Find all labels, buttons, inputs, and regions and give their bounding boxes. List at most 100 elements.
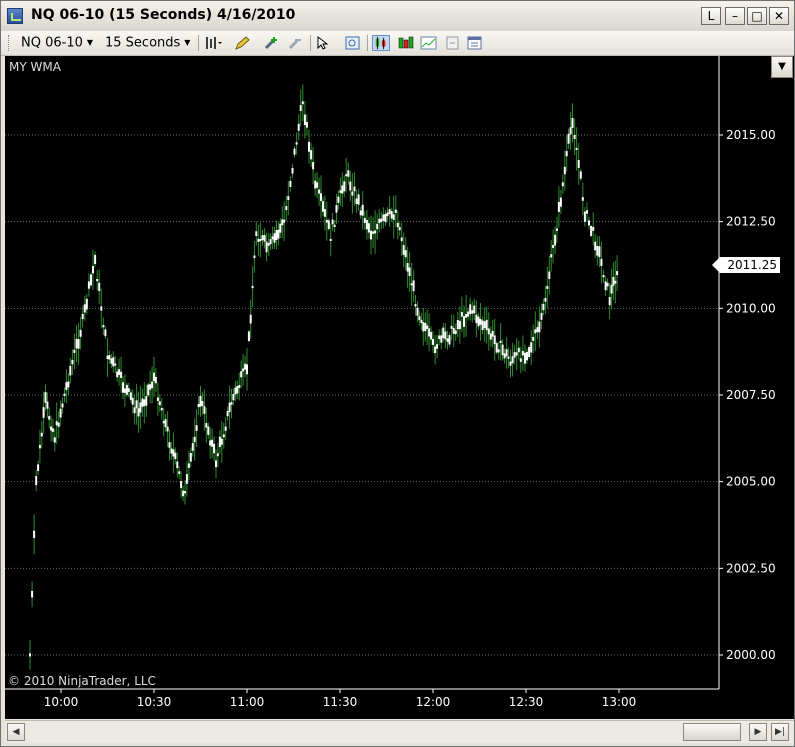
candle-body xyxy=(600,258,603,266)
candle-body xyxy=(213,443,216,454)
candle-body xyxy=(554,234,557,246)
candle-body xyxy=(168,442,171,448)
candle-body xyxy=(349,181,352,191)
candle-body xyxy=(303,114,306,125)
candle-body xyxy=(493,335,496,345)
candle-body xyxy=(577,160,580,168)
candle-body xyxy=(176,461,179,469)
scroll-end-button[interactable]: ▶| xyxy=(771,723,789,741)
properties-icon[interactable] xyxy=(466,35,484,51)
candle-body xyxy=(154,377,157,384)
title-bar[interactable]: NQ 06-10 (15 Seconds) 4/16/2010 L – □ ✕ xyxy=(1,1,794,32)
candle-body xyxy=(534,329,537,334)
chart-panel[interactable]: 2000.00 2002.50 2005.00 2007.50 2010.00 2012.… xyxy=(5,56,794,719)
candle-body xyxy=(37,464,40,471)
candle-body xyxy=(612,276,615,286)
candle-body xyxy=(345,174,348,177)
pencil-draw-icon[interactable] xyxy=(234,35,252,51)
candle-body xyxy=(467,311,470,317)
candle-body xyxy=(532,336,535,341)
candle-body xyxy=(104,329,107,337)
x-tick-label: 13:00 xyxy=(602,695,637,709)
candle-body xyxy=(503,353,506,359)
chart-toolbar: NQ 06-10 ▼ 15 Seconds ▼ xyxy=(1,31,794,56)
scroll-right-button[interactable]: ▶ xyxy=(749,723,767,741)
candle-body xyxy=(598,246,601,258)
cursor-pointer-icon[interactable] xyxy=(315,35,333,51)
candle-body xyxy=(83,304,86,313)
candle-body xyxy=(257,238,260,242)
candle-body xyxy=(81,313,84,320)
candle-body xyxy=(244,363,247,370)
candle-body xyxy=(33,530,36,538)
strategy-icon[interactable] xyxy=(444,35,462,51)
candle-body xyxy=(55,421,58,426)
candle-body xyxy=(94,254,97,264)
x-tick-label: 10:30 xyxy=(137,695,172,709)
candle-body xyxy=(327,220,330,229)
y-tick-label: 2000.00 xyxy=(726,648,776,662)
candle-body xyxy=(347,170,350,177)
toolbar-grip[interactable] xyxy=(8,35,12,51)
close-button[interactable]: ✕ xyxy=(769,7,789,25)
candle-body xyxy=(438,335,441,340)
candle-body xyxy=(473,305,476,314)
horizontal-scrollbar[interactable]: ◀ ▶ ▶| xyxy=(5,720,794,743)
candle-body xyxy=(185,474,188,484)
link-button[interactable]: L xyxy=(701,7,721,25)
candle-body xyxy=(267,243,270,246)
price-chart[interactable]: 2000.00 2002.50 2005.00 2007.50 2010.00 2012.… xyxy=(5,56,794,719)
y-tick-label: 2007.50 xyxy=(726,388,776,402)
candle-body xyxy=(215,460,217,468)
minimize-button[interactable]: – xyxy=(725,7,745,25)
candle-body xyxy=(299,105,302,111)
instrument-selector[interactable]: NQ 06-10 ▼ xyxy=(21,34,93,52)
candle-body xyxy=(608,297,611,306)
candle-body xyxy=(501,344,504,356)
arrow-end-icon: ▶| xyxy=(775,727,785,737)
interval-selector[interactable]: 15 Seconds ▼ xyxy=(105,34,190,52)
candle-body xyxy=(63,393,66,396)
candle-body xyxy=(57,422,60,427)
candle-body xyxy=(98,282,101,291)
candle-body xyxy=(172,449,175,457)
zoom-in-icon[interactable] xyxy=(263,35,281,51)
candle-body xyxy=(178,471,181,474)
candle-body xyxy=(442,327,445,339)
candle-body xyxy=(414,304,417,307)
candle-body xyxy=(297,123,300,131)
candle-body xyxy=(295,142,298,145)
candle-body xyxy=(184,491,186,494)
candle-body xyxy=(275,230,278,240)
candle-body xyxy=(592,227,595,231)
candle-body xyxy=(596,246,599,256)
candle-body xyxy=(573,134,576,139)
chart-menu-button[interactable]: ▼ xyxy=(771,56,793,78)
candle-body xyxy=(463,316,465,327)
candle-body xyxy=(428,328,431,337)
copyright-text: © 2010 NinjaTrader, LLC xyxy=(8,674,156,688)
candle-body xyxy=(209,440,212,446)
candle-body xyxy=(75,338,78,349)
candle-body xyxy=(353,186,356,192)
ohlc-bar-icon[interactable] xyxy=(397,35,415,51)
indicator-icon[interactable] xyxy=(420,35,438,51)
data-box-icon[interactable] xyxy=(344,35,362,51)
candle-body xyxy=(44,392,47,403)
candle-body xyxy=(412,280,415,292)
zoom-out-icon[interactable] xyxy=(287,35,305,51)
candle-body xyxy=(112,357,115,367)
candle-body xyxy=(367,223,370,233)
candle-body xyxy=(519,358,522,362)
candle-body xyxy=(581,197,584,201)
candle-body xyxy=(444,331,447,340)
bar-type-icon[interactable] xyxy=(204,35,222,51)
maximize-button[interactable]: □ xyxy=(747,7,767,25)
scrollbar-thumb[interactable] xyxy=(683,723,741,741)
candle-body xyxy=(127,388,130,392)
candle-body xyxy=(265,241,268,253)
chevron-down-icon: ▼ xyxy=(778,61,786,72)
candle-body xyxy=(456,320,459,330)
scroll-left-button[interactable]: ◀ xyxy=(7,723,25,741)
candlestick-icon[interactable] xyxy=(372,35,390,51)
